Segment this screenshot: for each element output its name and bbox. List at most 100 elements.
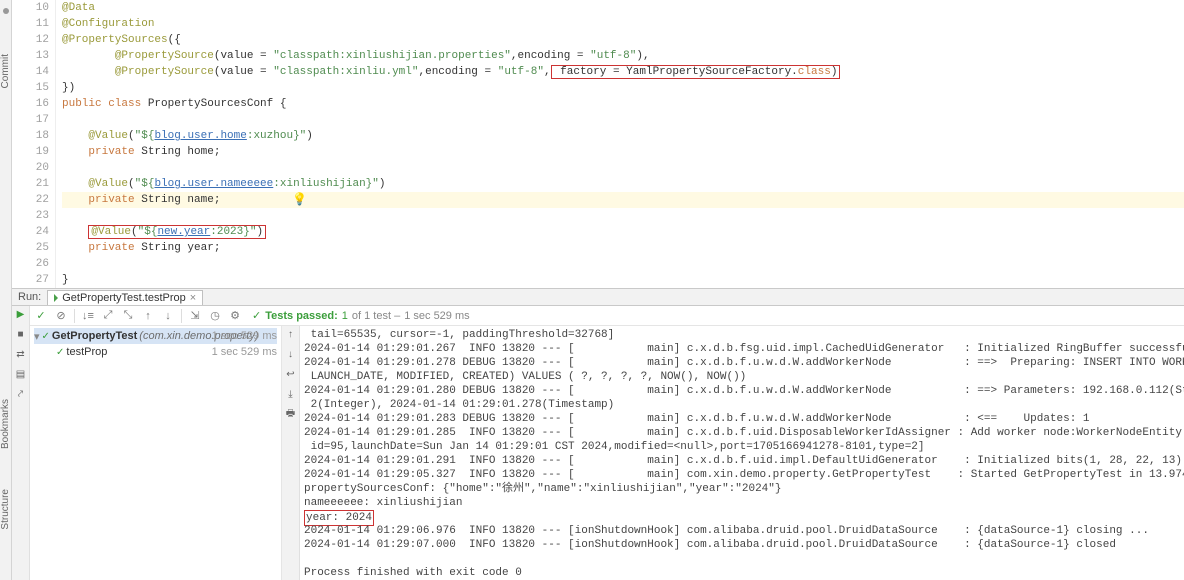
run-body: ▶ ■ ⇄ ▤ ⤤ ✓ ⊘ ↓≡ ⤢ ⤡ ↑ ↓ ⇲ ◷: [12, 306, 1184, 580]
tests-status: ✓ Tests passed: 1 of 1 test – 1 sec 529 …: [252, 309, 470, 322]
code-line[interactable]: @PropertySource(value = "classpath:xinli…: [62, 48, 1184, 64]
code-line[interactable]: public class PropertySourcesConf {: [62, 96, 1184, 112]
console-line: [304, 552, 1184, 566]
left-tool-strip: Commit Bookmarks Structure: [0, 0, 12, 580]
code-line[interactable]: @PropertySource(value = "classpath:xinli…: [62, 64, 1184, 80]
console-line: 2024-01-14 01:29:01.285 INFO 13820 --- […: [304, 426, 1184, 440]
code-line[interactable]: @Data: [62, 0, 1184, 16]
line-number[interactable]: 27: [12, 272, 55, 288]
main-area: 101112131415161718192021222324252627 @Da…: [12, 0, 1184, 580]
test-root-time: 1 sec 529 ms: [212, 330, 277, 342]
line-number[interactable]: 12: [12, 32, 55, 48]
test-tree[interactable]: ▾ ✓ GetPropertyTest (com.xin.demo.proper…: [30, 326, 282, 580]
code-line[interactable]: [62, 256, 1184, 272]
close-icon[interactable]: ×: [190, 292, 196, 304]
test-tree-item[interactable]: ✓ testProp 1 sec 529 ms: [34, 344, 277, 360]
line-number[interactable]: 18: [12, 128, 55, 144]
layout-icon[interactable]: ▤: [15, 368, 27, 380]
code-line[interactable]: @PropertySources({: [62, 32, 1184, 48]
tests-pass-label: Tests passed:: [265, 310, 338, 322]
code-line[interactable]: [62, 112, 1184, 128]
code-line[interactable]: private String name;💡: [62, 192, 1184, 208]
line-number[interactable]: 23: [12, 208, 55, 224]
console-line: tail=65535, cursor=-1, paddingThreshold=…: [304, 328, 1184, 342]
console-line: propertySourcesConf: {"home":"徐州","name"…: [304, 482, 1184, 496]
line-number[interactable]: 13: [12, 48, 55, 64]
sidebar-tab-structure[interactable]: Structure: [0, 489, 11, 530]
code-line[interactable]: [62, 160, 1184, 176]
show-passed-icon[interactable]: ✓: [34, 309, 48, 323]
show-ignored-icon[interactable]: ⊘: [54, 309, 68, 323]
run-config-tab[interactable]: GetPropertyTest.testProp ×: [47, 290, 203, 305]
next-icon[interactable]: ↓: [161, 309, 175, 323]
tests-total: of 1 test –: [352, 310, 400, 322]
line-number[interactable]: 26: [12, 256, 55, 272]
code-line[interactable]: }: [62, 272, 1184, 288]
console-line: 2024-01-14 01:29:01.283 DEBUG 13820 --- …: [304, 412, 1184, 426]
test-tree-root[interactable]: ▾ ✓ GetPropertyTest (com.xin.demo.proper…: [34, 328, 277, 344]
pass-icon: ✓: [42, 331, 50, 342]
line-number[interactable]: 25: [12, 240, 55, 256]
sort-icon[interactable]: ↓≡: [81, 309, 95, 323]
run-content: ✓ ⊘ ↓≡ ⤢ ⤡ ↑ ↓ ⇲ ◷ ⚙ ✓ Tests passed: 1 o…: [30, 306, 1184, 580]
editor-gutter[interactable]: 101112131415161718192021222324252627: [12, 0, 56, 288]
line-number[interactable]: 20: [12, 160, 55, 176]
print-icon[interactable]: 🖶: [285, 408, 297, 420]
console-toolbar: ↑ ↓ ↩ ⤓ 🖶: [282, 326, 300, 580]
prev-icon[interactable]: ↑: [141, 309, 155, 323]
stop-icon[interactable]: ■: [15, 328, 27, 340]
code-line[interactable]: [62, 208, 1184, 224]
collapse-icon[interactable]: ⤡: [121, 309, 135, 323]
console-line: Process finished with exit code 0: [304, 566, 1184, 580]
test-class-name: GetPropertyTest: [52, 330, 137, 342]
pass-icon: ✓: [56, 347, 64, 358]
code-line[interactable]: @Value("${blog.user.nameeeee:xinliushiji…: [62, 176, 1184, 192]
code-line[interactable]: @Configuration: [62, 16, 1184, 32]
line-number[interactable]: 21: [12, 176, 55, 192]
console-line: 2024-01-14 01:29:01.280 DEBUG 13820 --- …: [304, 384, 1184, 398]
test-method-name: testProp: [66, 346, 107, 358]
down-icon[interactable]: ↓: [285, 348, 297, 360]
line-number[interactable]: 14: [12, 64, 55, 80]
line-number[interactable]: 24: [12, 224, 55, 240]
scroll-icon[interactable]: ⤓: [285, 388, 297, 400]
code-line[interactable]: private String home;: [62, 144, 1184, 160]
history-icon[interactable]: ◷: [208, 309, 222, 323]
tests-time: 1 sec 529 ms: [404, 310, 469, 322]
run-icon: [54, 294, 58, 302]
test-toolbar: ✓ ⊘ ↓≡ ⤢ ⤡ ↑ ↓ ⇲ ◷ ⚙ ✓ Tests passed: 1 o…: [30, 306, 1184, 326]
project-dot-icon[interactable]: [3, 8, 9, 14]
line-number[interactable]: 11: [12, 16, 55, 32]
line-number[interactable]: 10: [12, 0, 55, 16]
run-left-toolbar: ▶ ■ ⇄ ▤ ⤤: [12, 306, 30, 580]
settings-icon[interactable]: ⚙: [228, 309, 242, 323]
code-line[interactable]: private String year;: [62, 240, 1184, 256]
wrap-icon[interactable]: ↩: [285, 368, 297, 380]
run-toolwindow-header: Run: GetPropertyTest.testProp ×: [12, 288, 1184, 306]
sidebar-tab-bookmarks[interactable]: Bookmarks: [0, 399, 11, 449]
console-line: 2024-01-14 01:29:01.291 INFO 13820 --- […: [304, 454, 1184, 468]
console-output[interactable]: tail=65535, cursor=-1, paddingThreshold=…: [300, 326, 1184, 580]
app-root: Commit Bookmarks Structure 1011121314151…: [0, 0, 1184, 580]
console-line: 2024-01-14 01:29:07.000 INFO 13820 --- […: [304, 538, 1184, 552]
code-column[interactable]: @Data@Configuration@PropertySources({ @P…: [56, 0, 1184, 288]
intention-bulb-icon[interactable]: 💡: [292, 192, 307, 208]
code-line[interactable]: @Value("${new.year:2023}"): [62, 224, 1184, 240]
code-line[interactable]: @Value("${blog.user.home:xuzhou}"): [62, 128, 1184, 144]
pin-icon[interactable]: ⤤: [15, 388, 27, 400]
rerun-icon[interactable]: ▶: [15, 308, 27, 320]
up-icon[interactable]: ↑: [285, 328, 297, 340]
line-number[interactable]: 16: [12, 96, 55, 112]
expand-icon[interactable]: ⤢: [101, 309, 115, 323]
line-number[interactable]: 22: [12, 192, 55, 208]
line-number[interactable]: 19: [12, 144, 55, 160]
code-editor[interactable]: 101112131415161718192021222324252627 @Da…: [12, 0, 1184, 288]
export-icon[interactable]: ⇲: [188, 309, 202, 323]
toggle-icon[interactable]: ⇄: [15, 348, 27, 360]
line-number[interactable]: 15: [12, 80, 55, 96]
code-line[interactable]: }): [62, 80, 1184, 96]
run-config-name: GetPropertyTest.testProp: [62, 292, 186, 304]
console-line: 2(Integer), 2024-01-14 01:29:01.278(Time…: [304, 398, 1184, 412]
sidebar-tab-commit[interactable]: Commit: [0, 54, 11, 88]
line-number[interactable]: 17: [12, 112, 55, 128]
